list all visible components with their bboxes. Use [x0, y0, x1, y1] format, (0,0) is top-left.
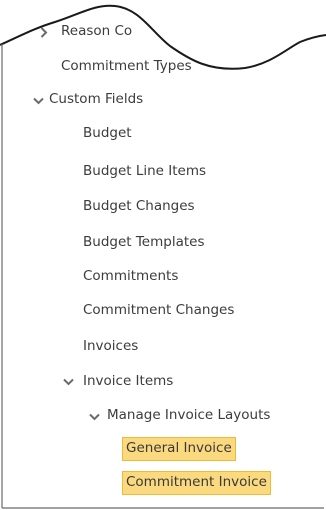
tree-item-budget-templates[interactable]: Budget Templates	[83, 232, 204, 254]
tree-item-commitment-types[interactable]: Commitment Types	[61, 56, 192, 78]
tree-item-invoice-items[interactable]: Invoice Items	[83, 371, 173, 393]
chevron-down-icon[interactable]	[33, 97, 44, 105]
chevron-down-icon[interactable]	[63, 378, 74, 386]
tree-item-commitments[interactable]: Commitments	[83, 266, 178, 288]
tree-item-budget-changes[interactable]: Budget Changes	[83, 196, 195, 218]
chevron-right-icon[interactable]	[40, 27, 48, 38]
tree-item-commitment-changes[interactable]: Commitment Changes	[83, 300, 234, 322]
tree-item-general-invoice[interactable]: General Invoice	[122, 437, 236, 461]
tree-item-budget-line-items[interactable]: Budget Line Items	[83, 161, 206, 183]
tree-item-custom-fields[interactable]: Custom Fields	[49, 89, 143, 111]
chevron-down-icon[interactable]	[89, 413, 100, 421]
tree-item-commitment-invoice[interactable]: Commitment Invoice	[122, 471, 271, 495]
tree-item-invoices[interactable]: Invoices	[83, 336, 138, 358]
tree-panel: Reason Co Commitment Types Custom Fields…	[0, 0, 326, 510]
tree-item-reason-codes[interactable]: Reason Co	[61, 21, 132, 43]
tree-item-manage-invoice-layouts[interactable]: Manage Invoice Layouts	[107, 405, 270, 427]
tree-item-budget[interactable]: Budget	[83, 123, 132, 145]
